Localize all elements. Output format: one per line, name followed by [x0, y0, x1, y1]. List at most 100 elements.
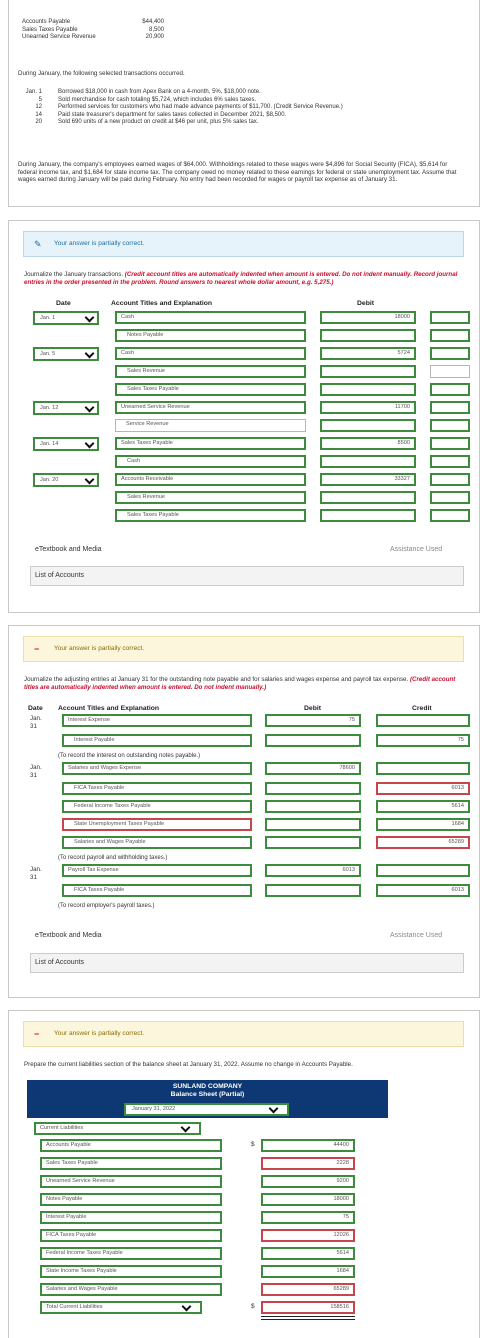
- debit-input[interactable]: 8500: [320, 437, 416, 450]
- liability-account-input[interactable]: State Income Taxes Payable: [40, 1265, 222, 1278]
- account-input[interactable]: Salaries and Wages Payable: [62, 836, 252, 849]
- liability-amount-input[interactable]: 5614: [261, 1247, 355, 1260]
- liability-amount-input[interactable]: 65289: [261, 1283, 355, 1296]
- credit-input[interactable]: [376, 762, 470, 775]
- debit-input[interactable]: 6013: [265, 864, 361, 877]
- credit-input[interactable]: 1684: [376, 818, 470, 831]
- debit-input[interactable]: 75: [265, 714, 361, 727]
- credit-input[interactable]: [376, 864, 470, 877]
- liability-account-input[interactable]: Federal Income Taxes Payable: [40, 1247, 222, 1260]
- liability-account-input[interactable]: Interest Payable: [40, 1211, 222, 1224]
- credit-input[interactable]: [430, 455, 470, 468]
- liability-amount-input[interactable]: 2228: [261, 1157, 355, 1170]
- account-input[interactable]: Sales Taxes Payable: [115, 509, 306, 522]
- debit-input[interactable]: [320, 491, 416, 504]
- credit-input[interactable]: 75: [376, 734, 470, 747]
- debit-input[interactable]: [265, 884, 361, 897]
- date-select-jan-1[interactable]: Jan. 1: [33, 311, 99, 325]
- debit-input[interactable]: 78600: [265, 762, 361, 775]
- liability-account-input[interactable]: Notes Payable: [40, 1193, 222, 1206]
- account-input[interactable]: Interest Payable: [62, 734, 252, 747]
- credit-input[interactable]: [430, 329, 470, 342]
- credit-input[interactable]: 6013: [376, 884, 470, 897]
- total-label-select[interactable]: Total Current Liabilities: [40, 1301, 202, 1314]
- credit-input[interactable]: [430, 347, 470, 360]
- credit-input[interactable]: 5614: [376, 800, 470, 813]
- debit-input[interactable]: 33327: [320, 473, 416, 486]
- credit-input[interactable]: [430, 473, 470, 486]
- credit-input[interactable]: [430, 509, 470, 522]
- debit-input[interactable]: 11700: [320, 401, 416, 414]
- debit-input[interactable]: [265, 782, 361, 795]
- liability-amount-input[interactable]: 12026: [261, 1229, 355, 1242]
- account-input[interactable]: Accounts Receivable: [115, 473, 306, 486]
- credit-input[interactable]: 6013: [376, 782, 470, 795]
- liability-amount-input[interactable]: 75: [261, 1211, 355, 1224]
- account-input[interactable]: Sales Taxes Payable: [115, 437, 306, 450]
- list-of-accounts-button[interactable]: List of Accounts: [30, 566, 464, 586]
- account-input[interactable]: Unearned Service Revenue: [115, 401, 306, 414]
- debit-input[interactable]: [320, 329, 416, 342]
- debit-input[interactable]: [320, 383, 416, 396]
- date-select-jan-20[interactable]: Jan. 20: [33, 473, 99, 487]
- chevron-down-icon: [84, 438, 95, 449]
- credit-input[interactable]: [430, 383, 470, 396]
- transaction-date: 5: [38, 96, 42, 103]
- account-input[interactable]: FICA Taxes Payable: [62, 884, 252, 897]
- credit-input[interactable]: [430, 437, 470, 450]
- debit-input[interactable]: [320, 419, 416, 432]
- statement-date-select[interactable]: January 31, 2022: [124, 1103, 289, 1116]
- etextbook-link[interactable]: eTextbook and Media: [35, 932, 102, 939]
- date-select-jan-14[interactable]: Jan. 14: [33, 437, 99, 451]
- date-value: Jan. 5: [40, 351, 56, 357]
- account-input[interactable]: Sales Revenue: [115, 365, 306, 378]
- debit-input[interactable]: [320, 455, 416, 468]
- date-value: Jan. 14: [40, 441, 59, 447]
- credit-input[interactable]: [430, 491, 470, 504]
- debit-input[interactable]: [265, 818, 361, 831]
- list-of-accounts-button[interactable]: List of Accounts: [30, 953, 464, 973]
- total-amount-input[interactable]: 158516: [261, 1301, 355, 1314]
- liability-account-input[interactable]: FICA Taxes Payable: [40, 1229, 222, 1242]
- transaction-date: Jan. 1: [25, 89, 42, 95]
- account-input[interactable]: Payroll Tax Expense: [62, 864, 252, 877]
- credit-input[interactable]: [376, 714, 470, 727]
- liability-account-input[interactable]: Sales Taxes Payable: [40, 1157, 222, 1170]
- account-input[interactable]: Salaries and Wages Expense: [62, 762, 252, 775]
- debit-input[interactable]: [320, 509, 416, 522]
- account-input[interactable]: Cash: [115, 455, 306, 468]
- account-input[interactable]: Cash: [115, 347, 306, 360]
- debit-input[interactable]: 18000: [320, 311, 416, 324]
- liability-account-input[interactable]: Unearned Service Revenue: [40, 1175, 222, 1188]
- section-select[interactable]: Current Liabilities: [34, 1122, 201, 1135]
- account-input[interactable]: State Unemployment Taxes Payable: [62, 818, 252, 831]
- credit-input[interactable]: 65289: [376, 836, 470, 849]
- account-input[interactable]: Federal Income Taxes Payable: [62, 800, 252, 813]
- credit-input[interactable]: [430, 401, 470, 414]
- credit-input[interactable]: [430, 419, 470, 432]
- debit-input[interactable]: [265, 836, 361, 849]
- etextbook-link[interactable]: eTextbook and Media: [35, 546, 102, 553]
- liability-amount-input[interactable]: 18000: [261, 1193, 355, 1206]
- date-select-jan-5[interactable]: Jan. 5: [33, 347, 99, 361]
- debit-input[interactable]: [265, 734, 361, 747]
- account-input[interactable]: Cash: [115, 311, 306, 324]
- debit-input[interactable]: [320, 365, 416, 378]
- debit-input[interactable]: [265, 800, 361, 813]
- credit-input[interactable]: [430, 311, 470, 324]
- date-select-jan-12[interactable]: Jan. 12: [33, 401, 99, 415]
- liability-amount-input[interactable]: 1684: [261, 1265, 355, 1278]
- account-input[interactable]: Sales Taxes Payable: [115, 383, 306, 396]
- account-input[interactable]: Sales Revenue: [115, 491, 306, 504]
- debit-input[interactable]: 5724: [320, 347, 416, 360]
- liability-account-input[interactable]: Accounts Payable: [40, 1139, 222, 1152]
- credit-input[interactable]: [430, 365, 470, 378]
- liability-account-input[interactable]: Salaries and Wages Payable: [40, 1283, 222, 1296]
- account-input[interactable]: Interest Expense: [62, 714, 252, 727]
- account-input[interactable]: Notes Payable: [115, 329, 306, 342]
- liability-amount-input[interactable]: 9200: [261, 1175, 355, 1188]
- account-input[interactable]: FICA Taxes Payable: [62, 782, 252, 795]
- account-input[interactable]: Service Revenue: [115, 419, 306, 432]
- liability-amount-input[interactable]: 44400: [261, 1139, 355, 1152]
- liability-accounts-list: Accounts Payable $44,400 Sales Taxes Paya…: [22, 19, 172, 42]
